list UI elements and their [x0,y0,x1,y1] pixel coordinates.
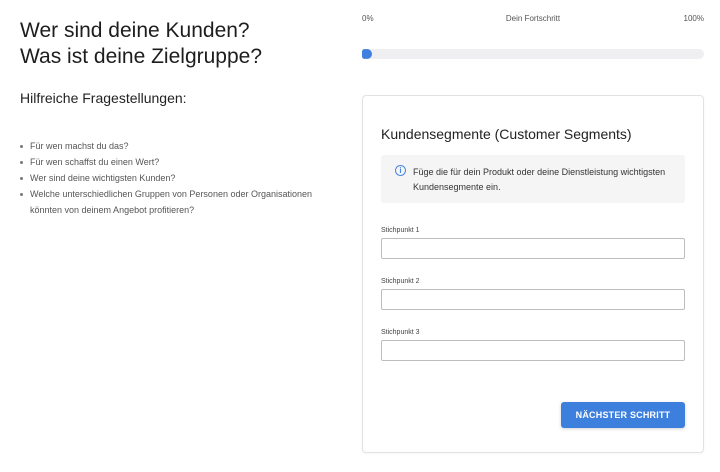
page-title: Wer sind deine Kunden? Was ist deine Zie… [20,18,340,70]
card-title: Kundensegmente (Customer Segments) [381,126,632,142]
stichpunkt-3-label: Stichpunkt 3 [381,329,420,336]
intro-panel: Wer sind deine Kunden? Was ist deine Zie… [20,18,340,218]
next-step-button[interactable]: NÄCHSTER SCHRITT [561,402,685,428]
progress-section: 0% Dein Fortschritt 100% [362,14,704,59]
stichpunkt-1-input[interactable] [381,238,685,259]
stichpunkt-3-input[interactable] [381,340,685,361]
info-icon: i [395,165,406,176]
progress-title: Dein Fortschritt [505,14,561,23]
question-item: Welche unterschiedlichen Gruppen von Per… [20,186,340,218]
question-item: Wer sind deine wichtigsten Kunden? [20,170,340,186]
progress-max-label: 100% [683,14,704,23]
stichpunkt-1-field-group: Stichpunkt 1 [381,227,685,259]
questions-heading: Hilfreiche Fragestellungen: [20,90,187,106]
info-box: i Füge die für dein Produkt oder deine D… [381,155,685,203]
stichpunkt-2-label: Stichpunkt 2 [381,278,420,285]
guiding-questions-list: Für wen machst du das? Für wen schaffst … [20,138,340,218]
info-text: Füge die für dein Produkt oder deine Die… [413,167,666,192]
question-item: Für wen machst du das? [20,138,340,154]
page-title-line-1: Wer sind deine Kunden? [20,19,250,42]
question-item: Für wen schaffst du einen Wert? [20,154,340,170]
stichpunkt-1-label: Stichpunkt 1 [381,227,420,234]
progress-indicator [362,49,372,59]
customer-segments-card: Kundensegmente (Customer Segments) i Füg… [362,95,704,453]
stichpunkt-2-input[interactable] [381,289,685,310]
progress-bar [362,49,704,59]
stichpunkt-2-field-group: Stichpunkt 2 [381,278,685,310]
progress-labels: 0% Dein Fortschritt 100% [362,14,704,26]
page-title-line-2: Was ist deine Zielgruppe? [20,45,263,68]
stichpunkt-3-field-group: Stichpunkt 3 [381,329,685,361]
